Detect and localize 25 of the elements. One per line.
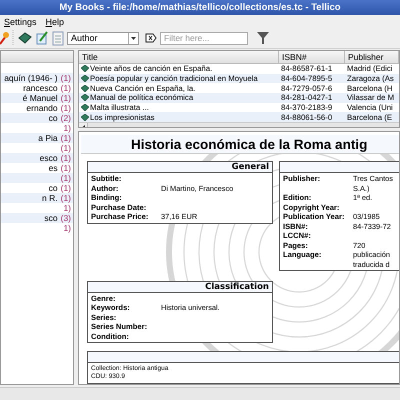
column-header[interactable]: ISBN# [279, 51, 345, 63]
group-item[interactable]: (1) [58, 143, 71, 153]
group-item[interactable]: co (1) [48, 183, 71, 193]
toolbar-separator-icon [12, 30, 15, 46]
menu-item[interactable]: Settings [4, 16, 37, 26]
group-item[interactable]: ernando (1) [26, 103, 71, 113]
document-icon[interactable] [52, 30, 64, 46]
funnel-icon[interactable] [257, 31, 269, 45]
edit-icon[interactable] [35, 31, 49, 45]
entry-title: Historia económica de la Roma antig [81, 135, 399, 154]
group-item[interactable]: 1) [60, 203, 71, 213]
group-by-dropdown[interactable]: Author [67, 32, 139, 44]
filter-field[interactable]: Filter here... [160, 32, 248, 44]
group-item[interactable]: (1) [58, 173, 71, 183]
clear-filter-icon[interactable] [145, 33, 157, 43]
caret-icon[interactable] [131, 36, 136, 40]
column-header [1, 51, 73, 63]
column-header[interactable]: Title [79, 51, 279, 63]
column-header[interactable]: Publisher [345, 51, 399, 63]
group-item[interactable]: es (1) [48, 163, 71, 173]
window-title: My Books - file:/home/mathias/tellico/collections/es.tc - Tellico [0, 0, 400, 15]
group-item[interactable]: rancesco (1) [23, 83, 71, 93]
group-item[interactable]: 1) [60, 123, 71, 133]
menu-item[interactable]: Help [46, 16, 64, 26]
group-item[interactable]: 1) [60, 223, 71, 233]
